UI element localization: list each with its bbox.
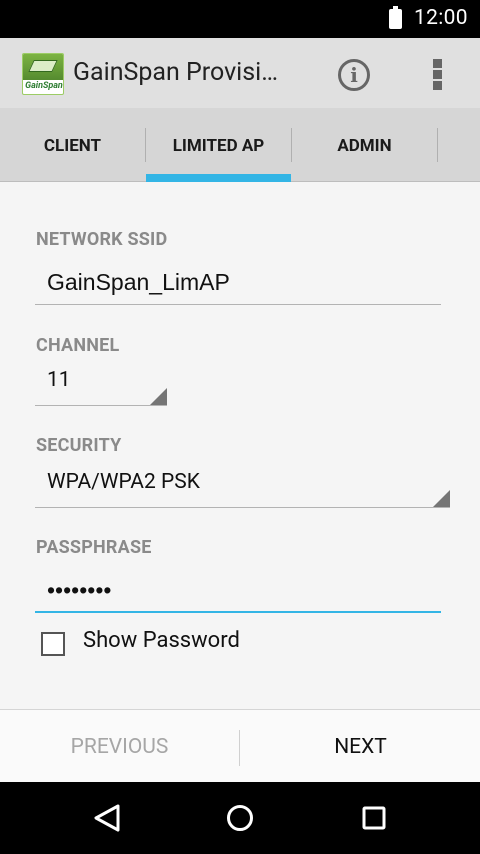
home-circle-icon[interactable] xyxy=(200,782,280,854)
security-label: SECURITY xyxy=(36,435,122,456)
channel-value: 11 xyxy=(47,368,71,392)
dropdown-arrow-icon xyxy=(433,490,450,507)
tab-bar: CLIENT LIMITED AP ADMIN xyxy=(0,108,480,182)
next-button[interactable]: NEXT xyxy=(241,710,480,783)
security-spinner[interactable]: WPA/WPA2 PSK xyxy=(35,464,450,508)
system-navigation-bar xyxy=(0,782,480,854)
security-value: WPA/WPA2 PSK xyxy=(47,470,200,494)
back-triangle-icon[interactable] xyxy=(67,782,147,854)
show-password-checkbox[interactable] xyxy=(41,632,65,656)
limited-ap-form: NETWORK SSID CHANNEL 11 SECURITY WPA/WPA… xyxy=(0,183,480,709)
app-title: GainSpan Provisi… xyxy=(73,58,278,87)
passphrase-label: PASSPHRASE xyxy=(36,537,152,558)
network-ssid-input[interactable] xyxy=(35,261,441,305)
status-bar: 12:00 xyxy=(0,0,480,38)
passphrase-input[interactable] xyxy=(35,569,441,613)
channel-label: CHANNEL xyxy=(36,335,120,356)
tab-client[interactable]: CLIENT xyxy=(0,108,145,182)
wizard-buttons: PREVIOUS NEXT xyxy=(0,709,480,782)
recents-square-icon[interactable] xyxy=(334,782,414,854)
show-password-label[interactable]: Show Password xyxy=(83,628,240,653)
app-logo: GainSpan xyxy=(22,53,64,95)
tab-divider xyxy=(437,128,438,162)
network-ssid-label: NETWORK SSID xyxy=(36,229,168,250)
button-divider xyxy=(239,730,240,766)
app-logo-text: GainSpan xyxy=(25,81,63,91)
status-clock: 12:00 xyxy=(414,6,468,30)
tab-admin[interactable]: ADMIN xyxy=(292,108,437,182)
channel-spinner[interactable]: 11 xyxy=(35,362,167,406)
battery-full-icon xyxy=(389,6,402,29)
previous-button[interactable]: PREVIOUS xyxy=(0,710,239,783)
dropdown-arrow-icon xyxy=(150,388,167,405)
tab-limited-ap[interactable]: LIMITED AP xyxy=(146,108,291,182)
action-bar: GainSpan GainSpan Provisi… i xyxy=(0,38,480,108)
overflow-menu-icon[interactable] xyxy=(426,58,450,92)
selected-tab-indicator xyxy=(146,174,291,182)
info-icon[interactable]: i xyxy=(338,59,370,91)
